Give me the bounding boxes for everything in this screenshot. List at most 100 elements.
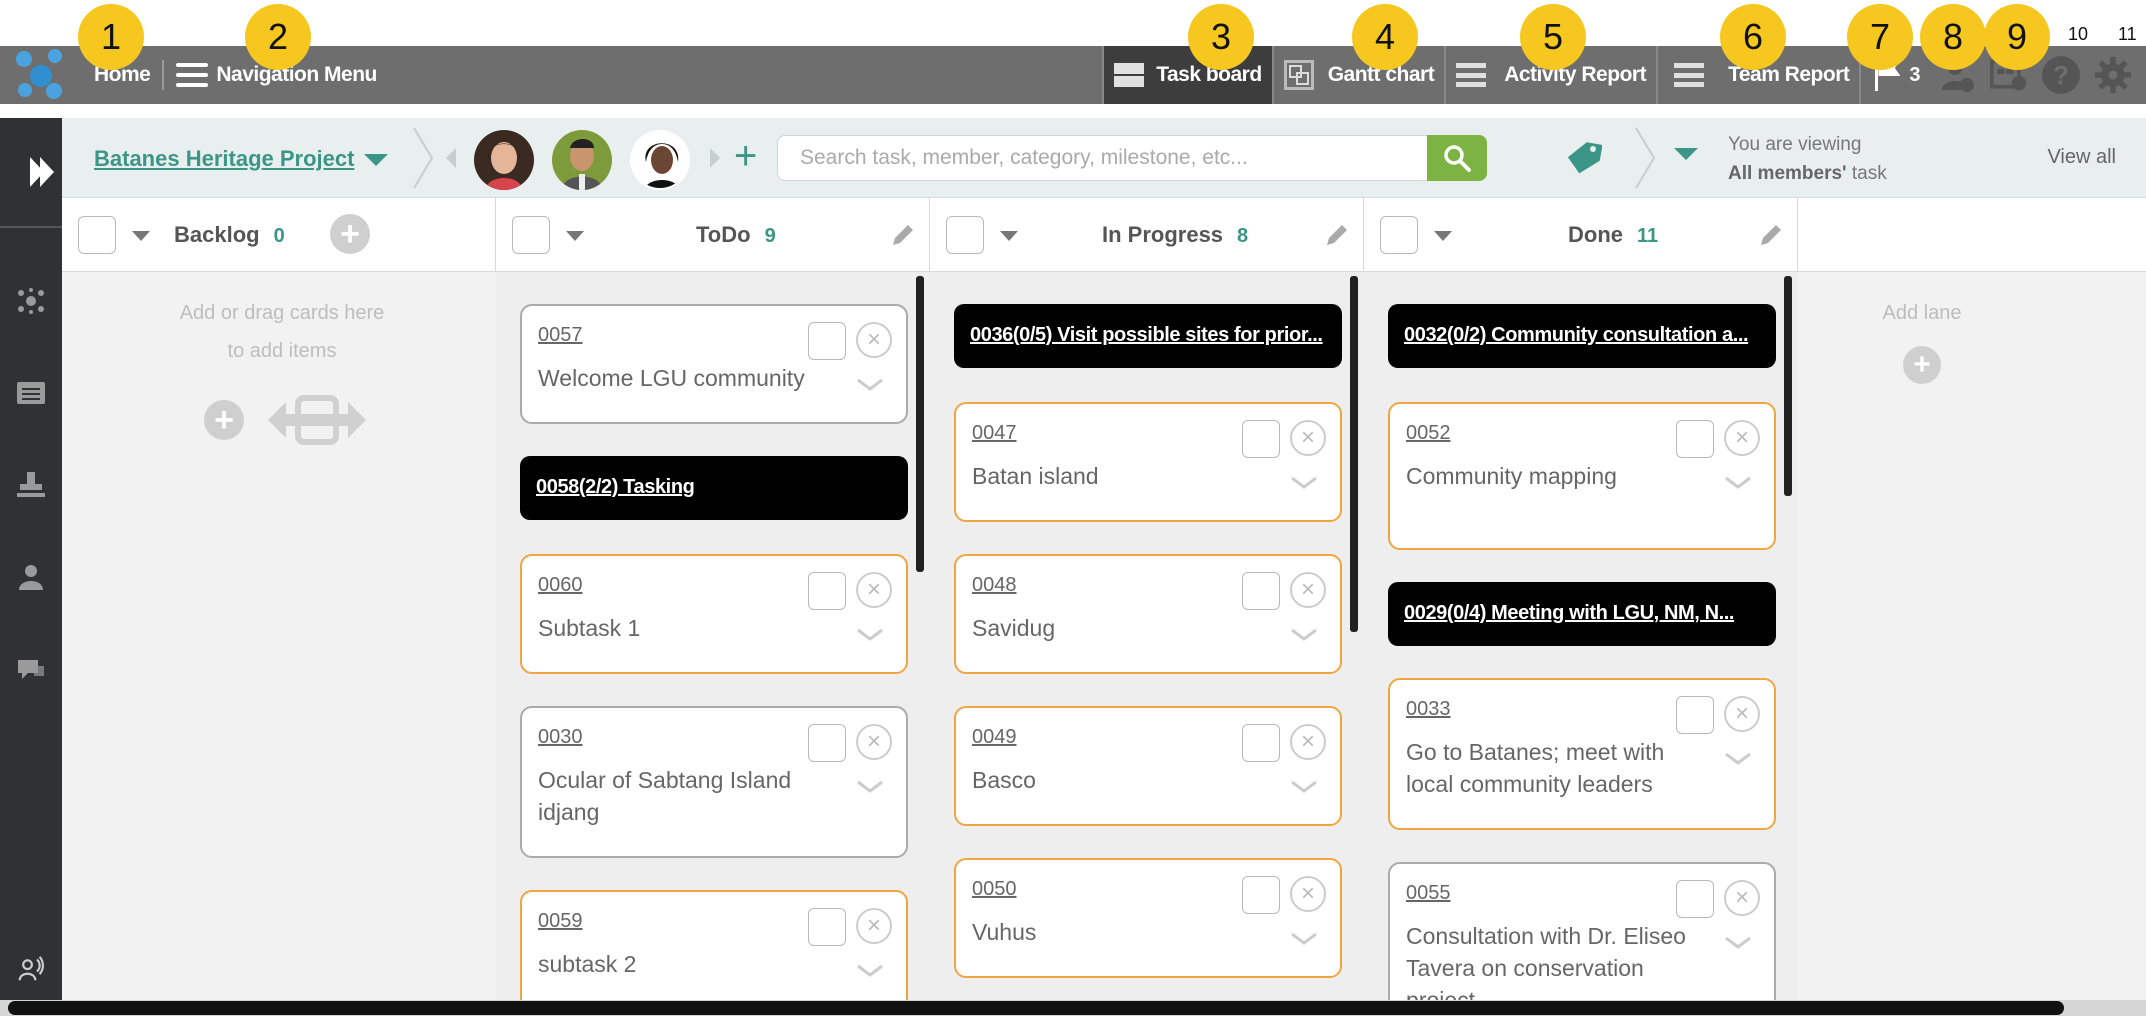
task-group-link[interactable]: 0032(0/2) Community consultation a... <box>1404 324 1764 347</box>
close-icon[interactable]: × <box>1724 880 1760 916</box>
task-card[interactable]: 0033 Go to Batanes; meet with local comm… <box>1388 678 1776 830</box>
members-prev-icon[interactable] <box>446 148 456 168</box>
task-group-link[interactable]: 0058(2/2) Tasking <box>536 476 896 499</box>
close-icon[interactable]: × <box>1290 572 1326 608</box>
close-icon[interactable]: × <box>1290 724 1326 760</box>
network-icon[interactable] <box>16 288 46 314</box>
chevron-down-icon[interactable] <box>1290 780 1318 794</box>
task-checkbox[interactable] <box>808 724 846 762</box>
task-group-card[interactable]: 0036(0/5) Visit possible sites for prior… <box>954 304 1342 368</box>
task-checkbox[interactable] <box>808 908 846 946</box>
task-card[interactable]: 0030 Ocular of Sabtang Island idjang × <box>520 706 908 858</box>
task-card[interactable]: 0050 Vuhus × <box>954 858 1342 978</box>
lane-select-checkbox[interactable] <box>78 216 116 254</box>
edit-lane-pencil-icon[interactable] <box>1324 222 1350 248</box>
project-name-link[interactable]: Batanes Heritage Project <box>94 146 354 172</box>
task-id-link[interactable]: 0050 <box>972 878 1017 901</box>
add-lane-button[interactable]: + <box>1903 346 1941 384</box>
chat-icon[interactable] <box>16 656 46 682</box>
task-card[interactable]: 0060 Subtask 1 × <box>520 554 908 674</box>
edit-lane-pencil-icon[interactable] <box>890 222 916 248</box>
task-checkbox[interactable] <box>1242 724 1280 762</box>
horizontal-scrollbar-thumb[interactable] <box>8 1001 2064 1015</box>
lane-menu-caret-icon[interactable] <box>566 231 584 241</box>
chevron-down-icon[interactable] <box>1724 752 1752 766</box>
view-all-link[interactable]: View all <box>2047 146 2116 169</box>
task-card[interactable]: 0047 Batan island × <box>954 402 1342 522</box>
lane-select-checkbox[interactable] <box>1380 216 1418 254</box>
tag-icon[interactable] <box>1566 140 1602 176</box>
search-input[interactable] <box>778 136 1438 180</box>
add-card-button[interactable]: + <box>330 214 370 254</box>
task-card[interactable]: 0052 Community mapping × <box>1388 402 1776 550</box>
chevron-down-icon[interactable] <box>856 780 884 794</box>
task-card[interactable]: 0057 Welcome LGU community × <box>520 304 908 424</box>
task-id-link[interactable]: 0055 <box>1406 882 1451 905</box>
task-checkbox[interactable] <box>1676 420 1714 458</box>
close-icon[interactable]: × <box>1724 420 1760 456</box>
lane-scrollbar[interactable] <box>1350 276 1358 632</box>
avatar[interactable] <box>552 130 612 190</box>
list-icon[interactable] <box>16 380 46 406</box>
task-id-link[interactable]: 0052 <box>1406 422 1451 445</box>
task-checkbox[interactable] <box>1676 696 1714 734</box>
task-checkbox[interactable] <box>1242 876 1280 914</box>
avatar[interactable] <box>630 130 690 190</box>
task-id-link[interactable]: 0057 <box>538 324 583 347</box>
task-group-link[interactable]: 0029(0/4) Meeting with LGU, NM, N... <box>1404 602 1764 625</box>
close-icon[interactable]: × <box>856 908 892 944</box>
task-group-link[interactable]: 0036(0/5) Visit possible sites for prior… <box>970 324 1330 347</box>
app-logo-icon[interactable] <box>12 47 68 103</box>
lane-select-checkbox[interactable] <box>512 216 550 254</box>
chevron-down-icon[interactable] <box>856 628 884 642</box>
gear-icon[interactable] <box>2094 56 2132 94</box>
chevron-down-icon[interactable] <box>856 378 884 392</box>
project-dropdown-icon[interactable] <box>364 154 388 166</box>
lane-menu-caret-icon[interactable] <box>132 231 150 241</box>
close-icon[interactable]: × <box>1290 420 1326 456</box>
close-icon[interactable]: × <box>856 572 892 608</box>
lane-menu-caret-icon[interactable] <box>1000 231 1018 241</box>
chevron-down-icon[interactable] <box>1724 936 1752 950</box>
close-icon[interactable]: × <box>1724 696 1760 732</box>
expand-sidebar-button[interactable] <box>0 118 62 228</box>
chevron-down-icon[interactable] <box>1290 932 1318 946</box>
user-icon[interactable] <box>16 564 46 590</box>
task-card[interactable]: 0048 Savidug × <box>954 554 1342 674</box>
search-button[interactable] <box>1427 135 1487 181</box>
task-id-link[interactable]: 0060 <box>538 574 583 597</box>
task-id-link[interactable]: 0030 <box>538 726 583 749</box>
lane-scrollbar[interactable] <box>1784 276 1792 496</box>
task-checkbox[interactable] <box>808 322 846 360</box>
task-checkbox[interactable] <box>1242 420 1280 458</box>
add-item-button[interactable]: + <box>204 400 244 440</box>
chevron-down-icon[interactable] <box>1290 476 1318 490</box>
task-checkbox[interactable] <box>1242 572 1280 610</box>
add-member-button[interactable]: + <box>734 136 757 176</box>
task-checkbox[interactable] <box>1676 880 1714 918</box>
task-card[interactable]: 0059 subtask 2 × <box>520 890 908 1000</box>
task-id-link[interactable]: 0033 <box>1406 698 1451 721</box>
task-id-link[interactable]: 0047 <box>972 422 1017 445</box>
lane-menu-caret-icon[interactable] <box>1434 231 1452 241</box>
horizontal-scrollbar[interactable] <box>0 1000 2146 1016</box>
lane-scrollbar[interactable] <box>916 276 924 572</box>
edit-lane-pencil-icon[interactable] <box>1758 222 1784 248</box>
task-card[interactable]: 0049 Basco × <box>954 706 1342 826</box>
task-checkbox[interactable] <box>808 572 846 610</box>
close-icon[interactable]: × <box>1290 876 1326 912</box>
task-id-link[interactable]: 0059 <box>538 910 583 933</box>
chevron-down-icon[interactable] <box>1290 628 1318 642</box>
task-group-card[interactable]: 0032(0/2) Community consultation a... <box>1388 304 1776 368</box>
broadcast-user-icon[interactable] <box>16 956 46 982</box>
task-group-card[interactable]: 0058(2/2) Tasking <box>520 456 908 520</box>
close-icon[interactable]: × <box>856 322 892 358</box>
task-group-card[interactable]: 0029(0/4) Meeting with LGU, NM, N... <box>1388 582 1776 646</box>
avatar[interactable] <box>474 130 534 190</box>
chevron-down-icon[interactable] <box>1724 476 1752 490</box>
stamp-icon[interactable] <box>16 472 46 498</box>
chevron-down-icon[interactable] <box>856 964 884 978</box>
add-lane-label[interactable]: Add lane <box>1842 294 2002 332</box>
lane-select-checkbox[interactable] <box>946 216 984 254</box>
task-id-link[interactable]: 0049 <box>972 726 1017 749</box>
